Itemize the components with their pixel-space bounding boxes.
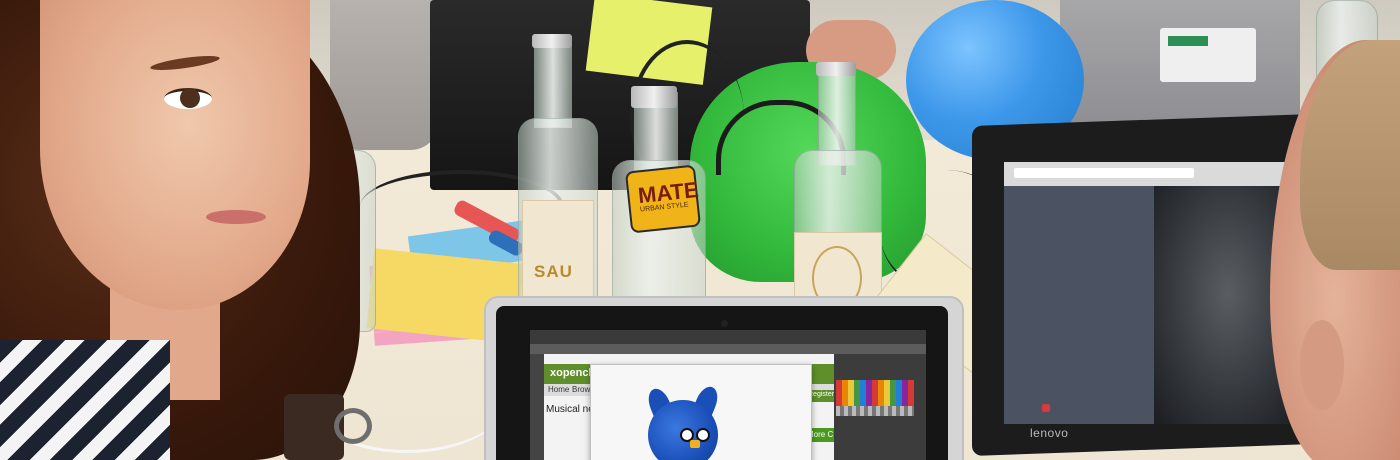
color-swatches [836,380,914,406]
mug-handle [334,408,372,444]
nav-home-link: Home [548,385,570,394]
lenovo-logo: lenovo [1030,426,1069,440]
woman-lips [206,210,266,224]
bottle-cap [816,62,856,76]
bottle-neck [534,36,572,128]
bird-beak [690,440,700,448]
app-titlebar [530,330,926,344]
photo-scene: SAU MATE URBAN STYLE lenovo xopencl Home… [0,0,1400,460]
macbook-screen: xopencl Home Browse Musical no Register … [530,330,926,460]
lenovo-screen [1004,162,1302,424]
website-body-text: Musical no [546,404,594,415]
webcam [721,320,728,327]
app-menubar [530,344,926,354]
bottle-cap [532,34,572,48]
website-logo: xopencl [550,367,592,379]
man-ear [1300,320,1344,410]
bottle-label-text: SAU [534,262,573,281]
gray-swatches [836,406,914,416]
screen-panel [1004,186,1154,424]
red-indicator [1042,404,1050,412]
tools-panel [530,354,544,460]
bottle-label [522,200,594,298]
woman-iris [180,88,200,108]
bottle-cap [631,86,677,108]
address-bar [1014,168,1194,178]
striped-shirt [0,340,170,460]
name-badge-stripe [1168,36,1208,46]
